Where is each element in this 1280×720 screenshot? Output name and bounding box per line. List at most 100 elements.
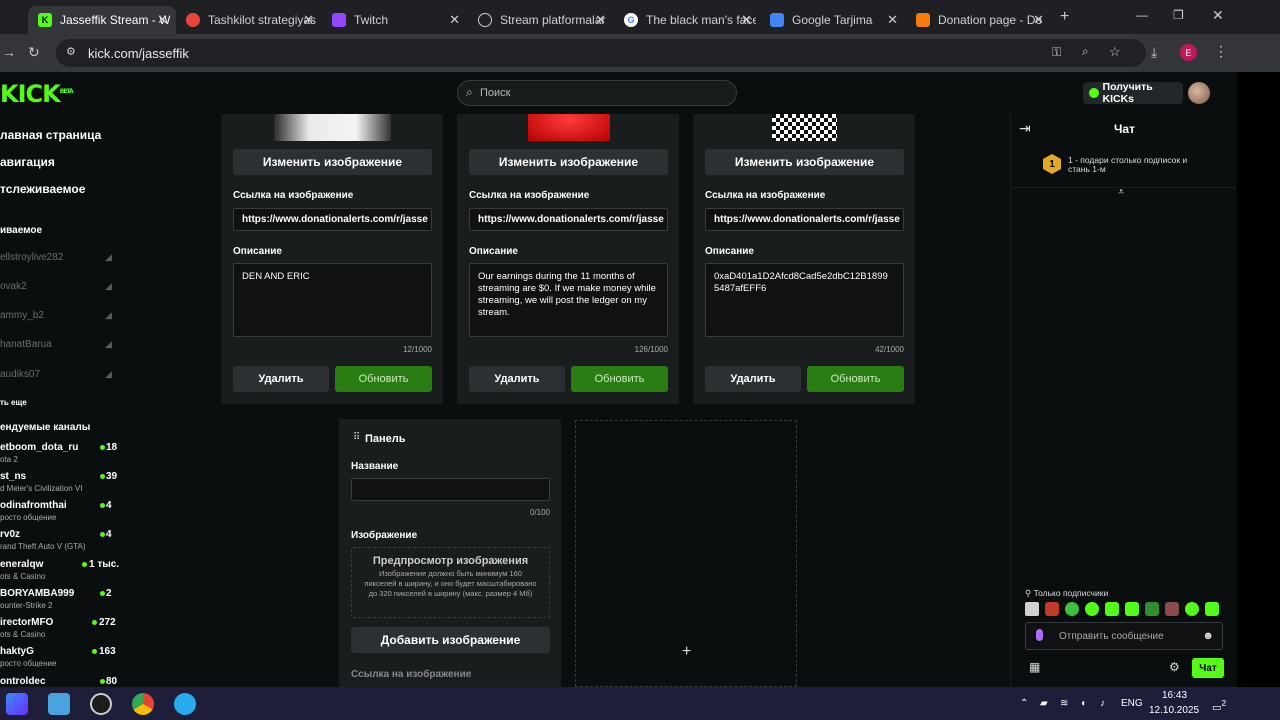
- key-icon[interactable]: ⚿: [1052, 45, 1061, 60]
- update-button[interactable]: Обновить: [571, 366, 668, 392]
- close-icon[interactable]: ✕: [449, 12, 460, 28]
- description-textarea[interactable]: 0xaD401a1D2Afcd8Cad5e2dbC12B1899 5487afE…: [705, 263, 904, 337]
- site-info-icon[interactable]: ⚙: [66, 45, 76, 58]
- close-icon[interactable]: ✕: [1033, 12, 1044, 28]
- mic-tray-icon[interactable]: ♪: [1100, 698, 1105, 709]
- wifi-icon[interactable]: ≋: [1060, 698, 1068, 709]
- recommended-channel[interactable]: irectorMFO ots & Casino 272: [0, 617, 145, 647]
- emote-icon[interactable]: [1165, 602, 1179, 616]
- update-button[interactable]: Обновить: [335, 366, 432, 392]
- notification-icon[interactable]: ▭2: [1212, 698, 1226, 713]
- following-channel[interactable]: ovak2: [0, 281, 27, 292]
- bookmark-star-icon[interactable]: ☆: [1109, 44, 1121, 60]
- collapse-chat-icon[interactable]: ⇥: [1019, 120, 1031, 137]
- emote-icon[interactable]: [1145, 602, 1159, 616]
- emote-icon[interactable]: [1045, 602, 1059, 616]
- tray-overflow-icon[interactable]: ⌃: [1020, 698, 1028, 709]
- following-channel[interactable]: ellstroylive282: [0, 252, 63, 263]
- close-icon[interactable]: ✕: [303, 12, 314, 28]
- emote-icon[interactable]: [1205, 602, 1219, 616]
- chat-message-input[interactable]: Отправить сообщение ☻: [1025, 622, 1223, 650]
- emote-icon[interactable]: [1185, 602, 1199, 616]
- pinned-expand-icon[interactable]: ⩡: [1118, 186, 1124, 199]
- menu-dots-icon[interactable]: ⋮: [1214, 43, 1228, 60]
- tab-twitch[interactable]: Twitch ✕: [322, 6, 468, 34]
- delete-button[interactable]: Удалить: [233, 366, 329, 392]
- tab-black-mans-face[interactable]: G The black man's face ✕: [614, 6, 760, 34]
- kick-logo[interactable]: KICKBETA: [0, 80, 74, 108]
- recommended-channel[interactable]: etboom_dota_ru ota 2 18: [0, 442, 145, 472]
- window-close-icon[interactable]: ✕: [1212, 7, 1224, 24]
- add-image-button[interactable]: Добавить изображение: [351, 627, 550, 653]
- show-more-link[interactable]: ть еще: [0, 398, 27, 407]
- search-input[interactable]: ⌕ Поиск: [457, 80, 737, 106]
- close-icon[interactable]: ✕: [157, 12, 168, 28]
- tab-kick-stream[interactable]: K Jasseffik Stream - W ✕: [28, 6, 176, 34]
- recommended-channel[interactable]: BORYAMBA999 ounter-Strike 2 2: [0, 588, 145, 618]
- get-kicks-button[interactable]: Получить KICKs: [1083, 81, 1183, 105]
- recommended-channel[interactable]: st_ns d Meier's Civilization VI 39: [0, 471, 145, 501]
- change-image-button[interactable]: Изменить изображение: [469, 149, 668, 175]
- recommended-channel[interactable]: haktyG росто общение 163: [0, 646, 145, 676]
- close-icon[interactable]: ✕: [741, 12, 752, 28]
- following-channel[interactable]: audiks07: [0, 369, 40, 380]
- emote-icon[interactable]: [1065, 602, 1079, 616]
- name-input[interactable]: [351, 478, 550, 501]
- drag-handle-icon[interactable]: ⠿: [353, 432, 360, 443]
- gear-icon[interactable]: ⚙: [1169, 660, 1180, 674]
- sidebar-item-browse[interactable]: авигация: [0, 155, 55, 169]
- tab-stream-platforms[interactable]: Stream platformalar ✕: [468, 6, 614, 34]
- delete-button[interactable]: Удалить: [705, 366, 801, 392]
- recommended-channel[interactable]: eneralqw ots & Casino 1 тыс.: [0, 559, 145, 589]
- change-image-button[interactable]: Изменить изображение: [705, 149, 904, 175]
- microphone-icon[interactable]: [1036, 629, 1043, 641]
- telegram-icon[interactable]: [174, 693, 196, 715]
- chrome-icon[interactable]: [132, 693, 154, 715]
- chat-send-button[interactable]: Чат: [1192, 658, 1224, 678]
- forward-icon[interactable]: →: [2, 44, 16, 60]
- obs-icon[interactable]: [90, 693, 112, 715]
- emote-icon[interactable]: [1085, 602, 1099, 616]
- description-textarea[interactable]: Our earnings during the 11 months of str…: [469, 263, 668, 337]
- close-icon[interactable]: ✕: [887, 12, 898, 28]
- clock-date[interactable]: 12.10.2025: [1149, 705, 1199, 716]
- minimize-icon[interactable]: —: [1136, 8, 1148, 22]
- store-icon[interactable]: ▦: [1029, 660, 1040, 674]
- user-avatar[interactable]: [1188, 82, 1210, 104]
- link-input[interactable]: https://www.donationalerts.com/r/jasse: [705, 208, 904, 231]
- tab-donation-page[interactable]: Donation page - Do ✕: [906, 6, 1052, 34]
- volume-icon[interactable]: ◖: [1080, 698, 1086, 709]
- recommended-channel[interactable]: rv0z rand Theft Auto V (GTA) 4: [0, 529, 145, 559]
- delete-button[interactable]: Удалить: [469, 366, 565, 392]
- image-preview-area[interactable]: Предпросмотр изображения Изображение дол…: [351, 547, 550, 618]
- gift-leaderboard[interactable]: 1 1 - подари столько подписок и стань 1-…: [1011, 142, 1237, 188]
- file-explorer-icon[interactable]: [48, 693, 70, 715]
- tab-google-translate[interactable]: Google Tarjima ✕: [760, 6, 906, 34]
- following-channel[interactable]: hanatBarua: [0, 339, 52, 350]
- download-icon[interactable]: ⤓: [1151, 44, 1157, 61]
- change-image-button[interactable]: Изменить изображение: [233, 149, 432, 175]
- emote-icon[interactable]: [1025, 602, 1039, 616]
- link-input[interactable]: https://www.donationalerts.com/r/jasse: [469, 208, 668, 231]
- recommended-channel[interactable]: odinafromthai росто общение 4: [0, 500, 145, 530]
- new-tab-icon[interactable]: +: [1060, 8, 1069, 26]
- link-input[interactable]: https://www.donationalerts.com/r/jasse: [233, 208, 432, 231]
- sidebar-item-home[interactable]: лавная страница: [0, 128, 101, 142]
- language-indicator[interactable]: ENG: [1121, 698, 1143, 709]
- restore-icon[interactable]: ❐: [1173, 8, 1184, 22]
- zoom-icon[interactable]: ⌕: [1082, 44, 1089, 59]
- start-icon[interactable]: [6, 693, 28, 715]
- recommended-channel[interactable]: ontroldec 80: [0, 676, 145, 687]
- update-button[interactable]: Обновить: [807, 366, 904, 392]
- tab-tashkilot[interactable]: Tashkilot strategiyas ✕: [176, 6, 322, 34]
- reload-icon[interactable]: ↻: [28, 44, 40, 61]
- emoji-icon[interactable]: ☻: [1202, 630, 1214, 642]
- description-textarea[interactable]: DEN AND ERIC: [233, 263, 432, 337]
- address-bar[interactable]: ⚙ kick.com/jasseffik ⚿ ⌕ ☆: [56, 39, 1146, 67]
- following-channel[interactable]: ammy_b2: [0, 310, 44, 321]
- tray-app-icon[interactable]: ▰: [1040, 698, 1048, 709]
- sidebar-item-following[interactable]: тслеживаемое: [0, 182, 85, 196]
- clock-time[interactable]: 16:43: [1162, 690, 1187, 701]
- profile-avatar[interactable]: E: [1180, 44, 1197, 61]
- add-panel-dropzone[interactable]: +: [575, 420, 797, 687]
